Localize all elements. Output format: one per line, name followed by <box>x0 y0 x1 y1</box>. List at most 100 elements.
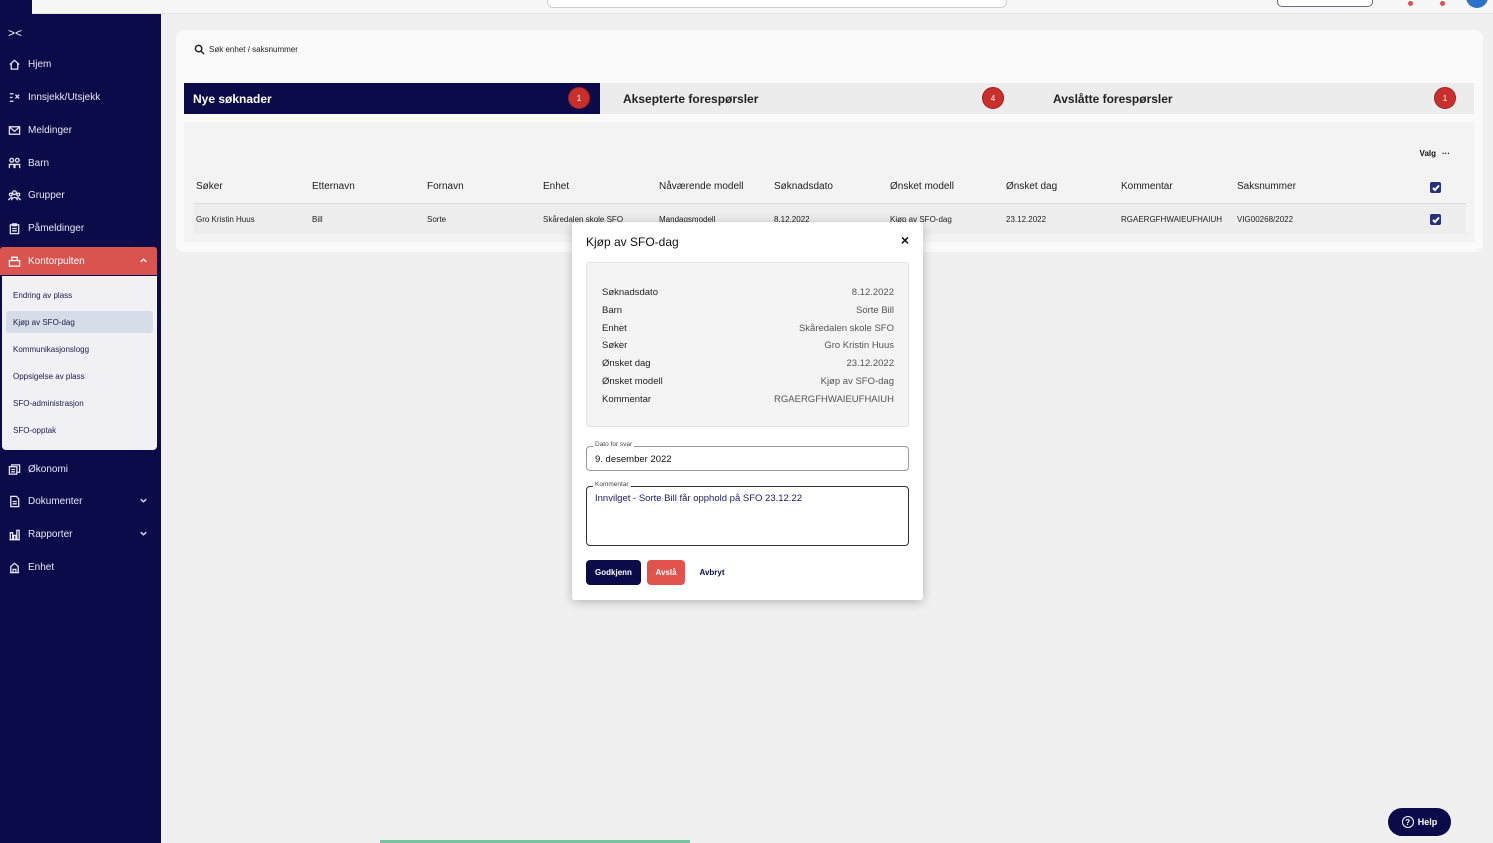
chevron-down-icon[interactable] <box>138 495 149 506</box>
request-details: Søknadsdato 8.12.2022 Barn Sorte Bill En… <box>586 262 909 427</box>
column-header-soknadsdato[interactable]: Søknadsdato <box>774 181 833 192</box>
tab-label: Aksepterte forespørsler <box>623 91 759 106</box>
column-header-onsket-modell[interactable]: Ønsket modell <box>890 181 954 192</box>
registration-icon <box>9 222 20 234</box>
column-header-fornavn[interactable]: Fornavn <box>427 181 464 192</box>
money-icon <box>8 463 21 475</box>
sidebar-item-kontorpulten[interactable]: Kontorpulten <box>0 247 157 275</box>
submenu-item-sfo-administrasjon[interactable]: SFO-administrasjon <box>6 392 153 414</box>
top-action-button[interactable] <box>1277 0 1373 7</box>
sidebar-item-hjem[interactable]: Hjem <box>0 50 157 78</box>
sidebar-item-label: Meldinger <box>28 124 72 136</box>
alert-icon[interactable] <box>1436 0 1448 8</box>
cancel-button[interactable]: Avbryt <box>692 560 732 585</box>
count-badge: 1 <box>568 87 590 109</box>
kontorpulten-submenu: Endring av plass Kjøp av SFO-dag Kommuni… <box>2 276 157 450</box>
home-icon <box>9 58 20 70</box>
column-header-kommentar[interactable]: Kommentar <box>1121 181 1173 192</box>
chevron-down-icon[interactable] <box>138 528 149 539</box>
tab-aksepterte-foresporsler[interactable]: Aksepterte forespørsler 4 <box>600 83 1045 114</box>
brand-logo[interactable] <box>0 0 32 14</box>
sidebar-item-rapporter[interactable]: Rapporter <box>0 520 157 548</box>
tab-nye-soknader[interactable]: Nye søknader 1 <box>184 83 615 114</box>
sidebar-item-label: Barn <box>28 157 50 169</box>
submenu-item-endring-av-plass[interactable]: Endring av plass <box>6 284 153 306</box>
column-header-soker[interactable]: Søker <box>196 181 223 192</box>
tab-label: Nye søknader <box>193 91 272 106</box>
chart-icon <box>9 529 20 540</box>
approve-button[interactable]: Godkjenn <box>586 560 641 585</box>
sidebar-item-label: Innsjekk/Utsjekk <box>28 91 101 103</box>
close-icon[interactable]: × <box>901 232 909 248</box>
column-header-enhet[interactable]: Enhet <box>543 181 569 192</box>
document-icon <box>10 495 20 507</box>
column-header-navaerende-modell[interactable]: Nåværende modell <box>659 181 744 192</box>
tab-avslatte-foresporsler[interactable]: Avslåtte forespørsler 1 <box>1030 83 1474 114</box>
groups-icon <box>8 189 21 201</box>
sidebar-item-dokumenter[interactable]: Dokumenter <box>0 487 157 515</box>
column-header-onsket-dag[interactable]: Ønsket dag <box>1006 181 1057 192</box>
field-label: Kommentar <box>593 481 631 488</box>
select-all-checkbox[interactable] <box>1430 182 1441 193</box>
global-search-input[interactable] <box>547 0 1007 8</box>
cell-onsket-dag: 23.12.2022 <box>1006 215 1047 224</box>
comment-field[interactable]: Kommentar Innvilget - Sorte Bill får opp… <box>586 481 909 546</box>
sidebar-item-okonomi[interactable]: Økonomi <box>0 455 157 483</box>
sidebar-item-label: Kontorpulten <box>28 255 85 267</box>
top-bar <box>0 0 1493 14</box>
checkin-icon <box>9 92 20 102</box>
help-label: Help <box>1417 817 1438 827</box>
submenu-item-oppsigelse-av-plass[interactable]: Oppsigelse av plass <box>6 365 153 387</box>
children-icon <box>8 157 21 168</box>
response-date-field[interactable]: Dato for svar 9. desember 2022 <box>586 441 909 471</box>
tab-label: Avslåtte forespørsler <box>1053 91 1173 106</box>
unit-search[interactable]: Søk enhet / saksnummer <box>194 44 298 55</box>
sidebar-item-grupper[interactable]: Grupper <box>0 181 157 209</box>
check-icon <box>1431 184 1440 191</box>
sidebar-item-label: Hjem <box>28 58 52 70</box>
count-badge: 1 <box>1434 87 1456 109</box>
detail-row: Kommentar RGAERGFHWAIEUFHAIUH <box>602 394 894 405</box>
submenu-item-kommunikasjonslogg[interactable]: Kommunikasjonslogg <box>6 338 153 360</box>
sidebar-item-enhet[interactable]: Enhet <box>0 553 157 581</box>
sidebar-item-label: Økonomi <box>28 463 69 475</box>
field-label: Dato for svar <box>593 441 635 448</box>
submenu-item-kjop-av-sfo-dag[interactable]: Kjøp av SFO-dag <box>6 311 153 333</box>
column-header-saksnummer[interactable]: Saksnummer <box>1237 181 1296 192</box>
avatar[interactable] <box>1466 0 1488 8</box>
cell-soker: Gro Kristin Huus <box>196 215 255 224</box>
cell-saksnummer: VIG00268/2022 <box>1237 215 1294 224</box>
dialog-title: Kjøp av SFO-dag <box>586 235 679 249</box>
search-icon <box>194 44 205 55</box>
check-icon <box>1431 216 1440 223</box>
sidebar-item-innsjekk[interactable]: Innsjekk/Utsjekk <box>0 83 157 111</box>
sidebar-item-label: Påmeldinger <box>28 222 85 234</box>
field-value: 9. desember 2022 <box>595 454 672 465</box>
reject-button[interactable]: Avslå <box>647 560 685 585</box>
submenu-item-sfo-opptak[interactable]: SFO-opptak <box>6 419 153 441</box>
request-tabs: Nye søknader 1 Aksepterte forespørsler 4… <box>184 83 1474 114</box>
cell-etternavn: Bill <box>312 215 323 224</box>
detail-row: Søknadsdato 8.12.2022 <box>602 287 894 298</box>
chevron-up-icon[interactable] <box>138 255 149 266</box>
notification-icon[interactable] <box>1404 0 1416 8</box>
search-label: Søk enhet / saksnummer <box>209 45 298 54</box>
sidebar-item-label: Grupper <box>28 189 65 201</box>
help-button[interactable]: ? Help <box>1388 808 1451 836</box>
detail-row: Ønsket modell Kjøp av SFO-dag <box>602 376 894 387</box>
sidebar-item-meldinger[interactable]: Meldinger <box>0 116 157 144</box>
sidebar-item-barn[interactable]: Barn <box>0 149 157 177</box>
column-header-etternavn[interactable]: Etternavn <box>312 181 355 192</box>
collapse-sidebar-icon[interactable]: >< <box>8 26 22 40</box>
row-checkbox[interactable] <box>1430 214 1441 225</box>
cell-kommentar: RGAERGFHWAIEUFHAIUH <box>1121 215 1223 224</box>
count-badge: 4 <box>982 87 1004 109</box>
sidebar-item-label: Enhet <box>28 561 55 573</box>
field-value: Innvilget - Sorte Bill får opphold på SF… <box>595 493 803 504</box>
sidebar-item-pameldinger[interactable]: Påmeldinger <box>0 214 157 242</box>
purchase-sfo-day-dialog: Kjøp av SFO-dag × Søknadsdato 8.12.2022 … <box>572 222 923 600</box>
more-icon: ··· <box>1442 149 1450 158</box>
building-icon <box>9 561 20 573</box>
options-menu[interactable]: Valg ··· <box>1420 149 1450 158</box>
cell-fornavn: Sorte <box>427 215 447 224</box>
